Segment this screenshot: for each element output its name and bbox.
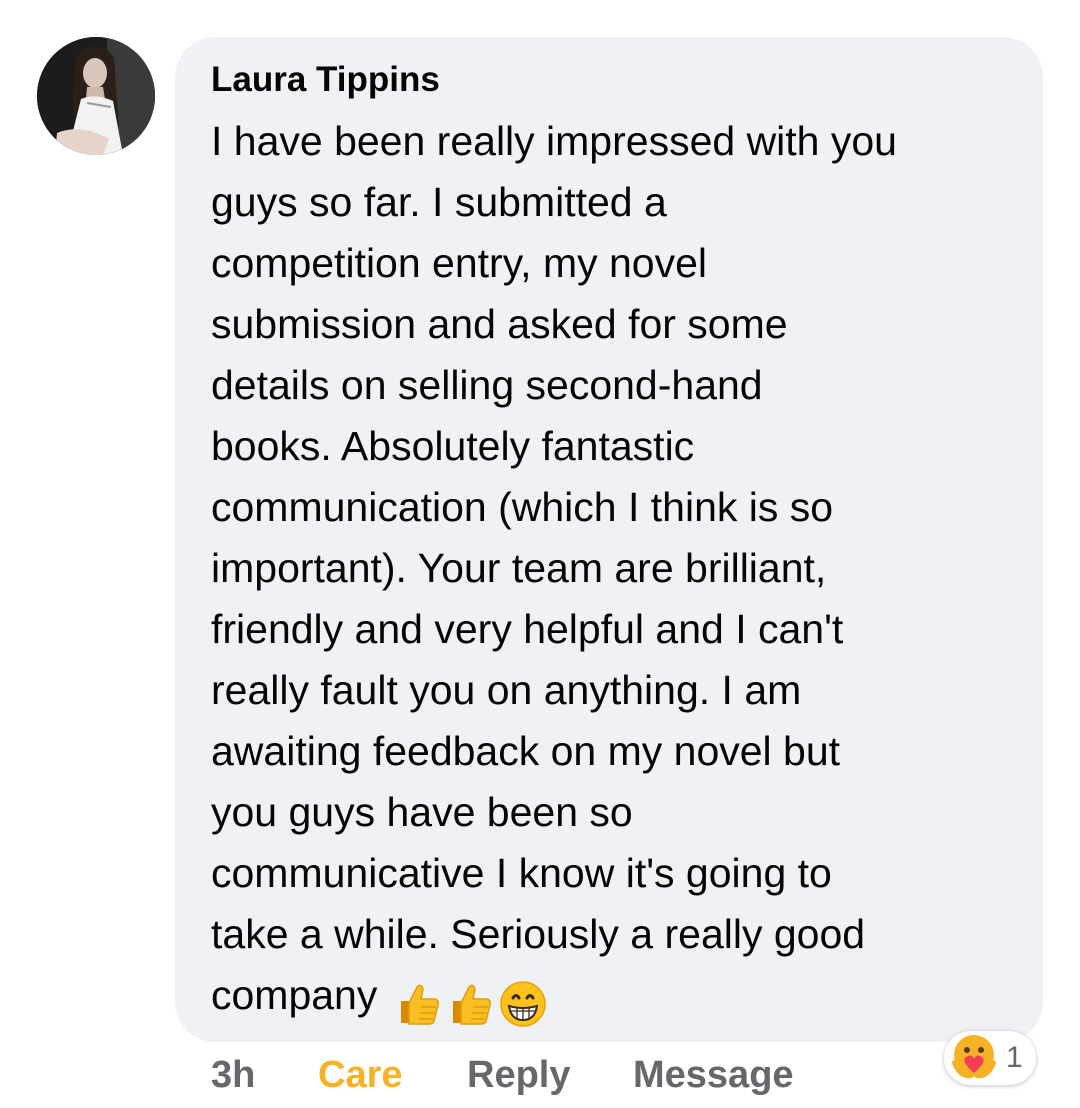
comment-text-line: really fault you on anything. I am	[211, 667, 802, 713]
comment-text-line: company	[211, 972, 378, 1018]
comment-text-line: important). Your team are brilliant,	[211, 545, 827, 591]
comment-text-line: submission and asked for some	[211, 301, 788, 347]
comment-text-line: communication (which I think is so	[211, 484, 834, 530]
comment-text-line: I have been really impressed with you	[211, 118, 897, 164]
care-reaction-icon	[952, 1035, 996, 1079]
care-button[interactable]: Care	[318, 1054, 403, 1097]
trailing-emojis	[395, 977, 553, 1028]
comment-text-line: friendly and very helpful and I can't	[211, 606, 844, 652]
comment-text-line: details on selling second-hand	[211, 362, 763, 408]
comment-text-line: take a while. Seriously a really good	[211, 911, 866, 957]
grinning-face-icon	[500, 981, 547, 1027]
comment-last-line: company	[211, 971, 553, 1028]
reaction-summary[interactable]: 1	[944, 1031, 1036, 1085]
reply-button[interactable]: Reply	[467, 1054, 570, 1097]
reaction-count: 1	[1006, 1041, 1023, 1074]
thumbs-up-icon	[401, 984, 440, 1025]
comment-text-line: competition entry, my novel	[211, 240, 708, 286]
message-button[interactable]: Message	[633, 1054, 794, 1097]
comment-text-line: you guys have been so	[211, 789, 633, 835]
avatar[interactable]	[37, 37, 155, 155]
comment-text-line: awaiting feedback on my novel but	[211, 728, 841, 774]
comment-text-line: communicative I know it's going to	[211, 850, 832, 896]
comment-author[interactable]: Laura Tippins	[211, 60, 440, 100]
profile-photo	[37, 37, 155, 155]
timestamp[interactable]: 3h	[211, 1054, 255, 1097]
comment-text-line: books. Absolutely fantastic	[211, 423, 695, 469]
comment-text-line: guys so far. I submitted a	[211, 179, 667, 225]
thumbs-up-icon	[453, 984, 492, 1025]
